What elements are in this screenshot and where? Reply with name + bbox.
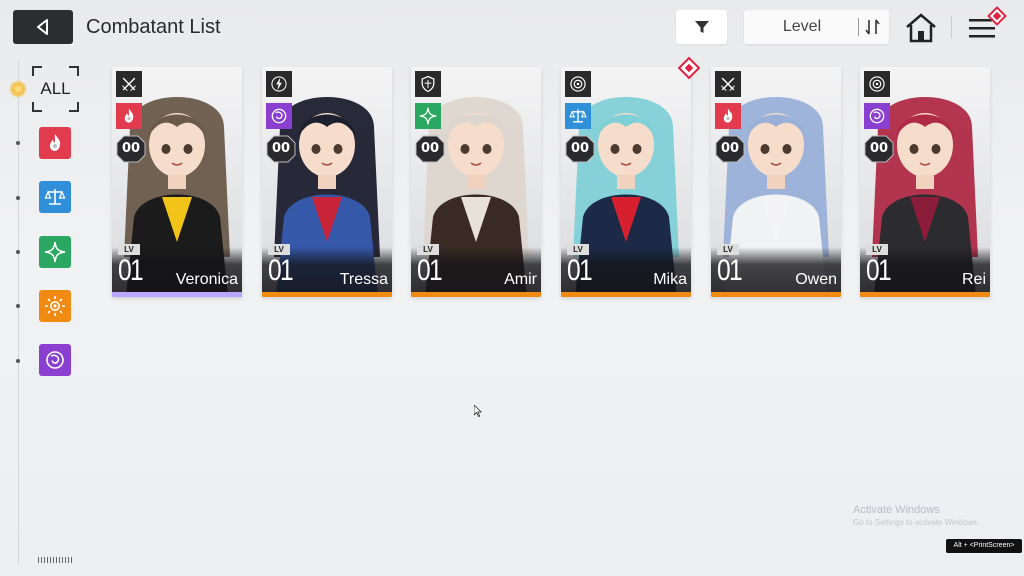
filter-all-label: ALL — [40, 79, 71, 98]
class-badge — [116, 71, 142, 97]
rail-dot — [16, 359, 20, 363]
scales-icon — [44, 189, 66, 205]
top-bar: Combatant List Level — [0, 0, 1024, 56]
character-card[interactable]: 00 LV 01 Rei — [860, 67, 990, 297]
sort-dropdown[interactable]: Level — [744, 10, 889, 44]
element-badge — [415, 103, 441, 129]
level-value: 01 — [417, 254, 443, 287]
rail-dot — [16, 250, 20, 254]
character-name: Rei — [961, 271, 986, 288]
character-card[interactable]: 00 LV 01 Mika — [561, 67, 691, 297]
activation-watermark-title: Activate Windows — [853, 504, 940, 516]
character-name: Veronica — [175, 271, 238, 288]
rank-badge: 00 — [864, 135, 894, 163]
toolbar-separator — [951, 16, 952, 38]
rarity-bar — [860, 292, 990, 297]
rank-badge: 00 — [715, 135, 745, 163]
page-title: Combatant List — [86, 16, 221, 38]
filter-balance-button[interactable] — [39, 181, 71, 213]
filter-button[interactable] — [676, 10, 727, 44]
element-badge — [565, 103, 591, 129]
lightning-icon — [271, 76, 287, 92]
class-badge — [715, 71, 741, 97]
filter-sun-button[interactable] — [39, 290, 71, 322]
rank-badge: 00 — [565, 135, 595, 163]
home-icon[interactable] — [904, 12, 938, 44]
swirl-icon — [271, 108, 287, 124]
target-icon — [570, 76, 586, 92]
sort-label: Level — [782, 18, 822, 35]
swirl-icon — [46, 351, 64, 369]
rank-value: 00 — [720, 141, 740, 156]
character-name: Mika — [653, 271, 687, 288]
crossed-swords-icon — [720, 77, 736, 92]
back-arrow-icon — [37, 19, 48, 35]
funnel-icon — [694, 21, 709, 33]
rank-value: 00 — [420, 141, 440, 156]
scales-icon — [569, 109, 587, 123]
level-value: 01 — [567, 254, 593, 287]
rail-dot — [16, 304, 20, 308]
rank-value: 00 — [271, 141, 291, 156]
rail-dot — [16, 141, 20, 145]
character-card[interactable]: 00 LV 01 Veronica — [112, 67, 242, 297]
character-card[interactable]: 00 LV 01 Amir — [411, 67, 541, 297]
activation-watermark-subtitle: Go to Settings to activate Windows. — [853, 518, 980, 527]
swirl-icon — [869, 108, 885, 124]
crossed-swords-icon — [121, 77, 137, 92]
mouse-cursor-icon — [474, 405, 482, 417]
rarity-bar — [262, 292, 392, 297]
character-card[interactable]: 00 LV 01 Owen — [711, 67, 841, 297]
level-value: 01 — [268, 254, 294, 287]
rank-value: 00 — [121, 141, 141, 156]
element-badge — [715, 103, 741, 129]
rail-dot — [16, 196, 20, 200]
rank-value: 00 — [570, 141, 590, 156]
selected-glow-icon — [9, 80, 27, 98]
rarity-bar — [411, 292, 541, 297]
level-value: 01 — [866, 254, 892, 287]
shortcut-hint: Alt + <PrintScreen> — [946, 539, 1022, 553]
sort-order-icon[interactable] — [862, 18, 884, 36]
shield-icon — [421, 75, 435, 93]
class-badge — [565, 71, 591, 97]
filter-fire-button[interactable] — [39, 127, 71, 159]
rank-badge: 00 — [415, 135, 445, 163]
rank-badge: 00 — [116, 135, 146, 163]
target-icon — [869, 76, 885, 92]
character-name: Tressa — [339, 271, 388, 288]
rarity-bar — [711, 292, 841, 297]
rank-badge: 00 — [266, 135, 296, 163]
flame-icon — [49, 134, 61, 151]
filter-void-button[interactable] — [39, 344, 71, 376]
star-cross-icon — [419, 107, 437, 125]
filter-all-button[interactable]: ALL — [32, 66, 79, 112]
sort-divider — [858, 18, 859, 36]
level-value: 01 — [717, 254, 743, 287]
rarity-bar — [112, 292, 242, 297]
level-value: 01 — [118, 254, 144, 287]
sidebar-rail — [18, 60, 19, 565]
flame-icon — [124, 108, 134, 123]
filter-wind-button[interactable] — [39, 236, 71, 268]
element-badge — [116, 103, 142, 129]
class-badge — [415, 71, 441, 97]
class-badge — [864, 71, 890, 97]
version-barcode — [38, 557, 72, 563]
sun-icon — [45, 296, 65, 316]
star-cross-icon — [44, 241, 66, 263]
flame-icon — [723, 108, 733, 123]
class-badge — [266, 71, 292, 97]
character-name: Owen — [795, 271, 837, 288]
character-name: Amir — [504, 271, 537, 288]
element-badge — [266, 103, 292, 129]
element-badge — [864, 103, 890, 129]
rarity-bar — [561, 292, 691, 297]
rank-value: 00 — [869, 141, 889, 156]
character-card[interactable]: 00 LV 01 Tressa — [262, 67, 392, 297]
back-button[interactable] — [13, 10, 73, 44]
